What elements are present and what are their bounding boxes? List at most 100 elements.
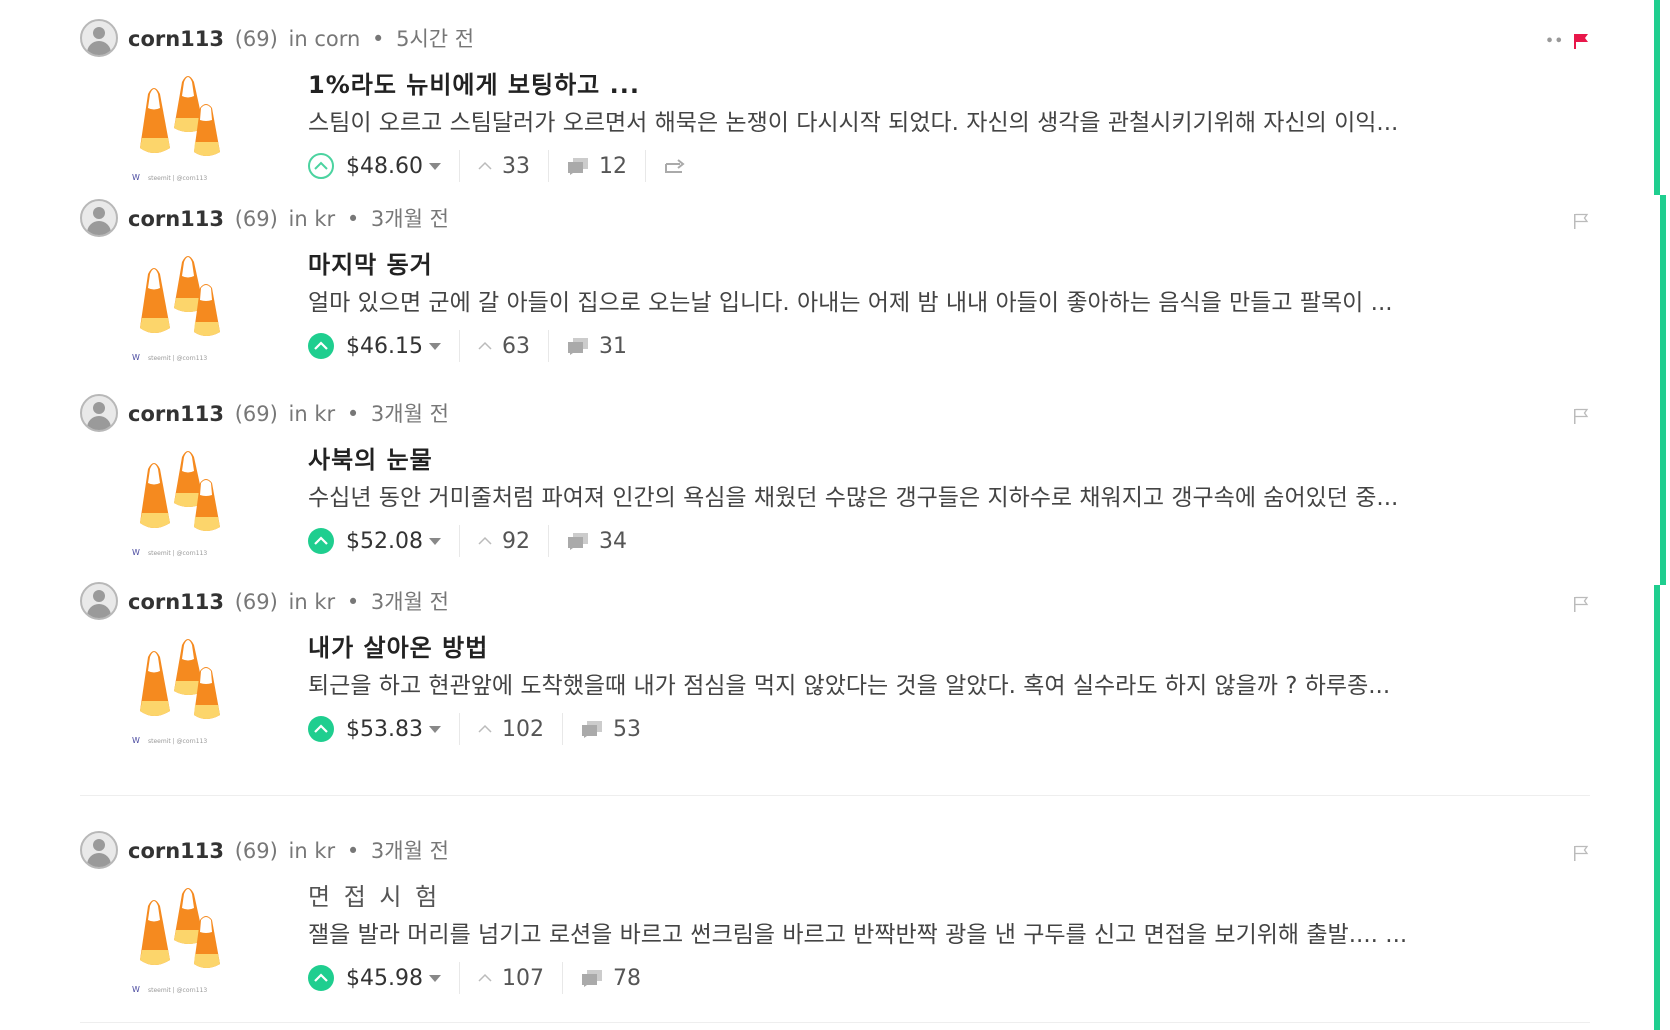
reply-count[interactable]: 31 [567,334,627,359]
payout-dropdown-icon[interactable] [428,725,441,733]
post-title[interactable]: 내가 살아온 방법 [308,631,1598,665]
reply-count[interactable]: 12 [567,154,627,179]
post-time[interactable]: 3개월 전 [371,402,449,426]
upvote-button[interactable] [308,528,334,554]
community-link[interactable]: kr [314,402,335,426]
post-thumbnail[interactable]: W steemit | @corn113 [80,443,280,565]
feed-divider [80,1022,1590,1023]
meta-separator: • [372,27,385,51]
svg-text:steemit | @corn113: steemit | @corn113 [148,550,207,557]
reply-count[interactable]: 78 [581,966,641,991]
upvote-chevron-icon [314,973,328,982]
post-summary[interactable]: 스팀이 오르고 스팀달러가 오르면서 해묵은 논쟁이 다시시작 되었다. 자신의… [308,106,1508,140]
flag-icon[interactable] [1572,212,1590,230]
payout-dropdown-icon[interactable] [428,537,441,545]
flag-icon[interactable] [1572,32,1590,50]
upvote-button[interactable] [308,153,334,179]
user-avatar-icon[interactable] [80,199,118,237]
flag-icon[interactable] [1572,844,1590,862]
more-dots-icon[interactable]: •• [1545,34,1564,49]
user-avatar-icon[interactable] [80,19,118,57]
post-summary[interactable]: 잴을 발라 머리를 넘기고 로션을 바르고 썬크림을 바르고 반짝반짝 광을 낸… [308,918,1508,952]
reply-count-value: 34 [598,528,627,554]
reputation: (69) [234,839,278,863]
post-meta: corn113 (69) in kr • 3개월 전 [128,835,449,865]
vote-count-value: 63 [501,333,530,359]
reblog-button[interactable] [664,158,686,174]
payout-value[interactable]: $52.08 [346,529,423,554]
author-link[interactable]: corn113 [128,207,224,231]
post-actions [1572,212,1590,230]
post-meta: corn113 (69) in kr • 3개월 전 [128,586,449,616]
author-link[interactable]: corn113 [128,402,224,426]
post-footer: $52.08 92 34 [308,523,1598,559]
upvote-button[interactable] [308,333,334,359]
author-link[interactable]: corn113 [128,839,224,863]
community-link[interactable]: kr [314,207,335,231]
accent-edge [1654,0,1660,195]
user-avatar-icon[interactable] [80,582,118,620]
community-prefix: in [288,839,308,863]
svg-text:steemit | @corn113: steemit | @corn113 [148,738,207,745]
reply-count[interactable]: 53 [581,717,641,742]
payout-dropdown-icon[interactable] [428,162,441,170]
post-summary[interactable]: 얼마 있으면 군에 갈 아들이 집으로 오는날 입니다. 아내는 어제 밤 내내… [308,286,1508,320]
vote-count[interactable]: 63 [478,334,530,359]
post-thumbnail[interactable]: W steemit | @corn113 [80,631,280,753]
upvote-button[interactable] [308,965,334,991]
post-title[interactable]: 마지막 동거 [308,248,1598,282]
post-thumbnail[interactable]: W steemit | @corn113 [80,880,280,1002]
post-summary[interactable]: 퇴근을 하고 현관앞에 도착했을때 내가 점심을 먹지 않았다는 것을 알았다.… [308,669,1508,703]
vote-count-value: 102 [501,716,544,742]
post-title[interactable]: 1%라도 뉴비에게 보팅하고 ... [308,68,1598,102]
payout-dropdown-icon[interactable] [428,974,441,982]
post-time[interactable]: 3개월 전 [371,207,449,231]
reblog-icon [664,159,685,173]
upvote-button[interactable] [308,716,334,742]
post-meta: corn113 (69) in corn • 5시간 전 [128,23,474,53]
divider [458,713,460,745]
author-link[interactable]: corn113 [128,27,224,51]
upvote-chevron-icon [314,161,328,170]
post-content: 내가 살아온 방법 퇴근을 하고 현관앞에 도착했을때 내가 점심을 먹지 않았… [308,631,1598,747]
comment-bubbles-icon [567,158,588,175]
reply-count-value: 31 [598,333,627,359]
post-title[interactable]: 사북의 눈물 [308,443,1598,477]
reply-count[interactable]: 34 [567,529,627,554]
payout-value[interactable]: $45.98 [346,966,423,991]
reply-count-value: 12 [598,153,627,179]
vote-count[interactable]: 92 [478,529,530,554]
community-link[interactable]: corn [314,27,360,51]
payout-value[interactable]: $53.83 [346,717,423,742]
vote-count[interactable]: 33 [478,154,530,179]
community-link[interactable]: kr [314,590,335,614]
accent-edge [1660,195,1666,585]
author-link[interactable]: corn113 [128,590,224,614]
post-thumbnail[interactable]: W steemit | @corn113 [80,68,280,190]
post-content: 1%라도 뉴비에게 보팅하고 ... 스팀이 오르고 스팀달러가 오르면서 해묵… [308,68,1598,184]
flag-icon[interactable] [1572,595,1590,613]
post-time[interactable]: 3개월 전 [371,839,449,863]
post-summary[interactable]: 수십년 동안 거미줄처럼 파여져 인간의 욕심을 채웠던 수많은 갱구들은 지하… [308,481,1508,515]
vote-count[interactable]: 102 [478,717,544,742]
svg-text:W: W [132,736,140,745]
payout-value[interactable]: $46.15 [346,334,423,359]
vote-count[interactable]: 107 [478,966,544,991]
candy-corn-logo: W steemit | @corn113 [132,888,220,994]
divider [458,150,460,182]
user-avatar-icon[interactable] [80,394,118,432]
payout-value[interactable]: $48.60 [346,154,423,179]
community-prefix: in [288,402,308,426]
post-time[interactable]: 5시간 전 [396,27,474,51]
user-avatar-icon[interactable] [80,831,118,869]
post-title[interactable]: 면 접 시 험 [308,880,1598,914]
meta-separator: • [346,590,360,614]
community-link[interactable]: kr [314,839,335,863]
candy-corn-logo: W steemit | @corn113 [132,256,220,362]
vote-count-value: 33 [501,153,530,179]
post-thumbnail[interactable]: W steemit | @corn113 [80,248,280,370]
post-time[interactable]: 3개월 전 [371,590,449,614]
payout-dropdown-icon[interactable] [428,342,441,350]
flag-icon[interactable] [1572,407,1590,425]
comment-bubbles-icon [567,533,588,550]
